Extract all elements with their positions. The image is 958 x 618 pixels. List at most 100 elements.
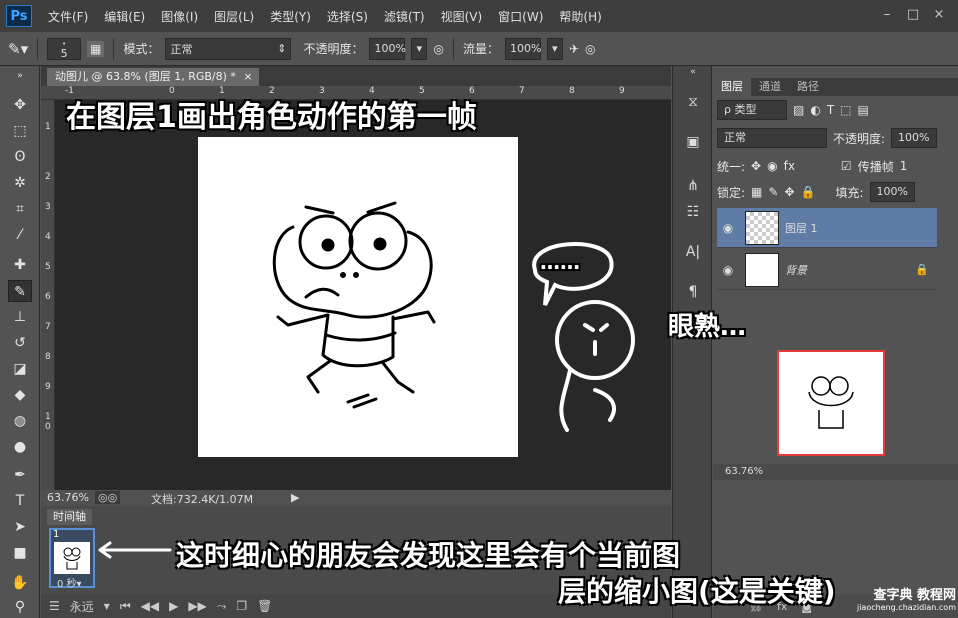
type-tool-icon[interactable]: T bbox=[8, 490, 32, 512]
menu-layer[interactable]: 图层(L) bbox=[206, 8, 262, 25]
minimize-button[interactable]: – bbox=[878, 6, 896, 24]
status-menu-arrow-icon[interactable]: ▶ bbox=[291, 491, 299, 504]
brushes-panel-icon[interactable]: ⋔ bbox=[681, 174, 705, 198]
first-frame-icon[interactable]: ⏮ bbox=[120, 599, 131, 614]
brush-tool-icon[interactable]: ✎ bbox=[8, 280, 32, 302]
mode-select[interactable]: 正常 ⇕ bbox=[165, 37, 292, 60]
pressure-size-icon[interactable]: ◎ bbox=[585, 42, 595, 56]
paint-bucket-icon[interactable]: ◆ bbox=[8, 384, 32, 406]
menu-filter[interactable]: 滤镜(T) bbox=[376, 8, 433, 25]
lasso-tool-icon[interactable]: ʘ bbox=[8, 146, 32, 168]
document-tab[interactable]: 动图儿 @ 63.8% (图层 1, RGB/8) * × bbox=[47, 68, 259, 86]
maximize-button[interactable]: □ bbox=[904, 6, 922, 24]
airbrush-icon[interactable]: ✈ bbox=[569, 42, 579, 56]
layer-opacity-input[interactable]: 100% bbox=[891, 128, 937, 148]
unify-style-icon[interactable]: fx bbox=[784, 159, 795, 173]
brush-panel-icon[interactable]: ▦ bbox=[87, 40, 105, 57]
loop-dropdown-icon[interactable]: ▾ bbox=[104, 599, 110, 613]
blend-mode-select[interactable]: 正常 bbox=[717, 128, 827, 148]
menu-view[interactable]: 视图(V) bbox=[433, 8, 491, 25]
menu-select[interactable]: 选择(S) bbox=[319, 8, 376, 25]
layer-name[interactable]: 背景 bbox=[785, 262, 807, 278]
convert-timeline-icon[interactable]: ☰ bbox=[49, 599, 60, 613]
flow-input[interactable]: 100% bbox=[504, 37, 541, 60]
character-panel-icon[interactable]: A| bbox=[681, 240, 705, 264]
pen-tool-icon[interactable]: ✒ bbox=[8, 464, 32, 486]
adjustments-panel-icon[interactable]: ☷ bbox=[681, 200, 705, 224]
eyedropper-tool-icon[interactable]: ⁄ bbox=[8, 224, 32, 246]
play-icon[interactable]: ▶ bbox=[169, 599, 178, 613]
zoom-level[interactable]: 63.76% bbox=[47, 491, 89, 504]
unify-position-icon[interactable]: ✥ bbox=[751, 159, 761, 173]
opacity-dropdown-icon[interactable]: ▾ bbox=[411, 37, 428, 60]
menu-image[interactable]: 图像(I) bbox=[153, 8, 206, 25]
layer-row[interactable]: ◉ 背景 🔒 bbox=[717, 250, 937, 290]
pressure-opacity-icon[interactable]: ◎ bbox=[433, 42, 443, 56]
opacity-input[interactable]: 100% bbox=[369, 37, 406, 60]
rectangle-tool-icon[interactable]: ■ bbox=[8, 542, 32, 564]
lock-all-icon[interactable]: 🔒 bbox=[801, 185, 816, 199]
collapse-icon[interactable]: « bbox=[681, 66, 705, 78]
move-tool-icon[interactable]: ✥ bbox=[8, 94, 32, 116]
layer-name[interactable]: 图层 1 bbox=[785, 220, 818, 236]
lock-paint-icon[interactable]: ✎ bbox=[768, 185, 778, 199]
timeline-tab[interactable]: 时间轴 bbox=[47, 509, 92, 525]
collapse-icon[interactable]: » bbox=[8, 70, 32, 82]
menu-window[interactable]: 窗口(W) bbox=[490, 8, 551, 25]
history-panel-icon[interactable]: ⧖ bbox=[681, 90, 705, 114]
close-tab-icon[interactable]: × bbox=[243, 70, 252, 83]
propagate-checkbox[interactable]: ☑ bbox=[841, 159, 852, 173]
animation-frame-1[interactable]: 1 0 秒▾ bbox=[49, 528, 95, 590]
unify-visibility-icon[interactable]: ◉ bbox=[767, 159, 777, 173]
navigator-zoom[interactable]: 63.76% bbox=[713, 464, 958, 480]
menu-help[interactable]: 帮助(H) bbox=[551, 8, 609, 25]
document-canvas[interactable] bbox=[198, 137, 518, 457]
actions-panel-icon[interactable]: ▣ bbox=[681, 130, 705, 154]
tab-paths[interactable]: 路径 bbox=[789, 78, 827, 96]
marquee-tool-icon[interactable]: ⬚ bbox=[8, 120, 32, 142]
crop-tool-icon[interactable]: ⌗ bbox=[8, 198, 32, 220]
frame-delay[interactable]: 0 秒▾ bbox=[57, 575, 82, 590]
brush-tool-icon[interactable]: ✎▾ bbox=[8, 40, 28, 58]
dodge-tool-icon[interactable]: ● bbox=[8, 436, 32, 458]
share-icon[interactable]: ◎◎ bbox=[95, 491, 121, 504]
previous-frame-icon[interactable]: ◀◀ bbox=[141, 599, 159, 613]
lock-transparent-icon[interactable]: ▦ bbox=[751, 185, 762, 199]
history-brush-icon[interactable]: ↺ bbox=[8, 332, 32, 354]
brush-size-picker[interactable]: • 5 bbox=[47, 37, 82, 60]
quick-select-tool-icon[interactable]: ✲ bbox=[8, 172, 32, 194]
eye-icon[interactable]: ◉ bbox=[717, 221, 739, 235]
menu-type[interactable]: 类型(Y) bbox=[262, 8, 319, 25]
filter-type-icon[interactable]: T bbox=[827, 103, 834, 117]
filter-smart-icon[interactable]: ▤ bbox=[858, 103, 869, 117]
path-select-icon[interactable]: ➤ bbox=[8, 516, 32, 538]
filter-shape-icon[interactable]: ⬚ bbox=[840, 103, 851, 117]
menu-edit[interactable]: 编辑(E) bbox=[96, 8, 153, 25]
flow-label: 流量： bbox=[462, 42, 499, 56]
hand-tool-icon[interactable]: ✋ bbox=[8, 572, 32, 594]
menu-file[interactable]: 文件(F) bbox=[40, 8, 96, 25]
filter-pixel-icon[interactable]: ▨ bbox=[793, 103, 804, 117]
delete-frame-icon[interactable]: 🗑 bbox=[257, 599, 272, 613]
layer-row[interactable]: ◉ 图层 1 bbox=[717, 208, 937, 248]
eye-icon[interactable]: ◉ bbox=[717, 263, 739, 277]
tween-icon[interactable]: ⤳ bbox=[217, 599, 227, 614]
filter-type-select[interactable]: ρ 类型 bbox=[717, 100, 787, 120]
zoom-tool-icon[interactable]: ⚲ bbox=[8, 596, 32, 618]
lock-move-icon[interactable]: ✥ bbox=[784, 185, 794, 199]
tab-channels[interactable]: 通道 bbox=[751, 78, 789, 96]
close-button[interactable]: × bbox=[930, 6, 948, 24]
next-frame-icon[interactable]: ▶▶ bbox=[188, 599, 206, 613]
duplicate-frame-icon[interactable]: ❐ bbox=[236, 599, 247, 613]
navigator-preview[interactable] bbox=[777, 350, 885, 456]
healing-tool-icon[interactable]: ✚ bbox=[8, 254, 32, 276]
paragraph-panel-icon[interactable]: ¶ bbox=[681, 280, 705, 304]
tab-layers[interactable]: 图层 bbox=[713, 78, 751, 96]
blur-tool-icon[interactable]: ◍ bbox=[8, 410, 32, 432]
flow-dropdown-icon[interactable]: ▾ bbox=[546, 37, 563, 60]
eraser-tool-icon[interactable]: ◪ bbox=[8, 358, 32, 380]
loop-select[interactable]: 永远 bbox=[70, 598, 94, 615]
stamp-tool-icon[interactable]: ⊥ bbox=[8, 306, 32, 328]
filter-adjust-icon[interactable]: ◐ bbox=[810, 103, 820, 117]
fill-input[interactable]: 100% bbox=[869, 182, 915, 202]
